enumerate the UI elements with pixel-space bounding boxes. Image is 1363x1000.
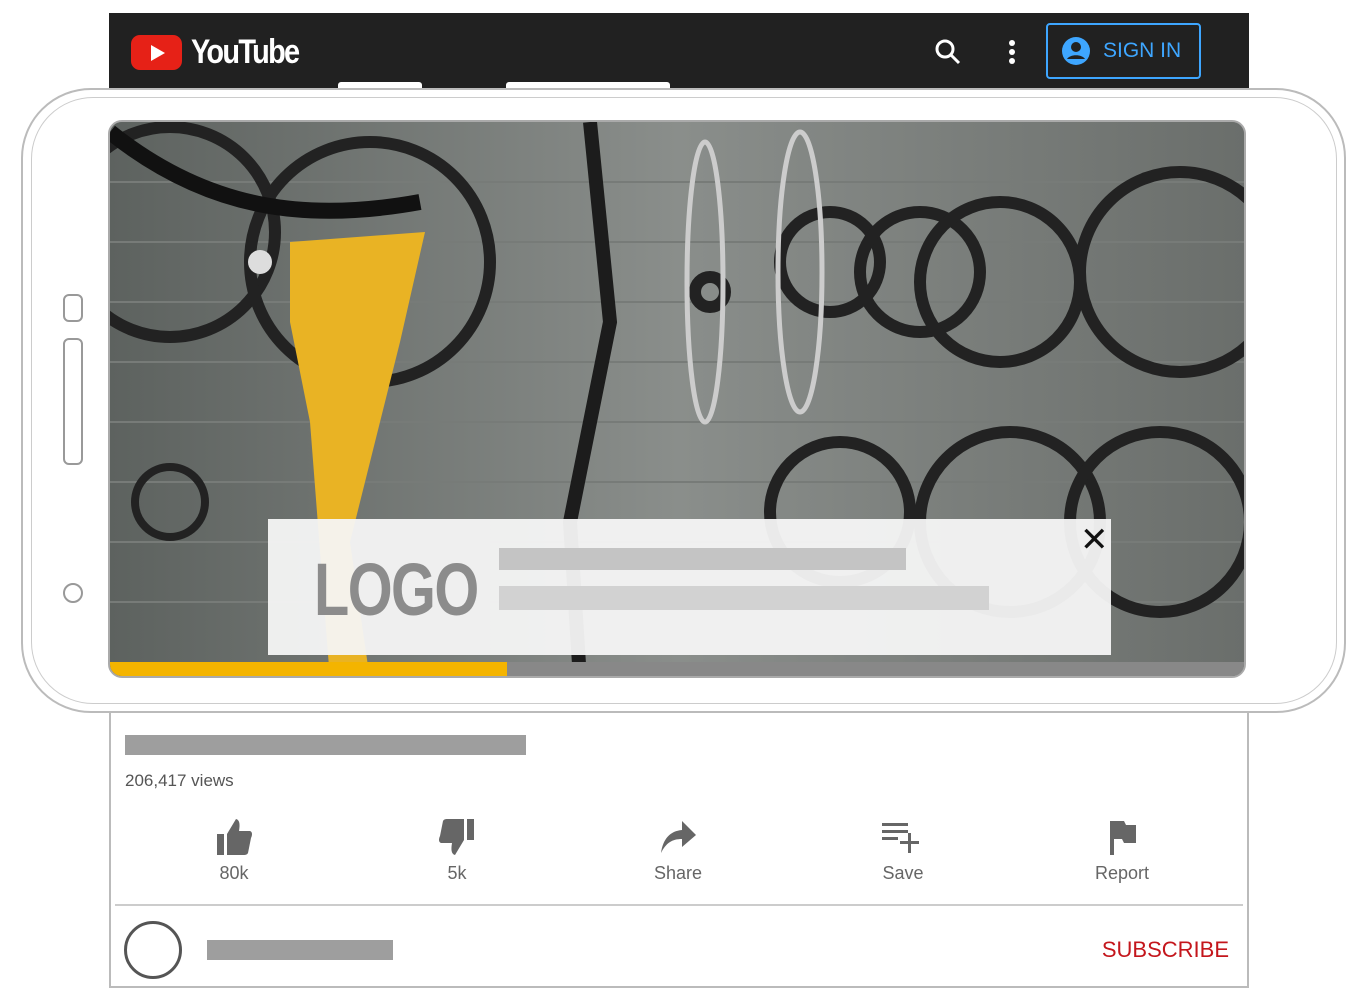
- save-label: Save: [882, 863, 924, 883]
- thumbs-up-icon: [217, 819, 252, 855]
- progress-fill: [110, 662, 507, 676]
- brand-name: YouTube: [191, 33, 300, 71]
- thumbs-down-icon: [439, 819, 474, 855]
- divider: [115, 904, 1243, 906]
- view-count: 206,417 views: [125, 771, 234, 790]
- report-label: Report: [1094, 863, 1150, 883]
- share-label: Share: [653, 863, 703, 883]
- close-icon[interactable]: ✕: [1080, 523, 1109, 557]
- phone-home-button: [63, 583, 83, 603]
- phone-volume: [63, 338, 83, 465]
- save-button[interactable]: Save: [843, 817, 963, 884]
- play-logo-icon: [131, 35, 182, 70]
- ad-description-placeholder: [499, 586, 989, 610]
- video-player[interactable]: LOGO ✕: [108, 120, 1246, 678]
- share-button[interactable]: Share: [618, 817, 738, 884]
- account-icon: [1062, 37, 1090, 65]
- like-button[interactable]: 80k: [174, 817, 294, 884]
- youtube-logo[interactable]: YouTube: [131, 33, 317, 72]
- dislike-count: 5k: [447, 863, 467, 883]
- progress-bar[interactable]: [110, 662, 1244, 676]
- phone-speaker: [63, 294, 83, 322]
- overlay-ad[interactable]: LOGO ✕: [268, 519, 1111, 655]
- share-icon: [661, 821, 696, 853]
- search-icon[interactable]: [935, 39, 961, 70]
- flag-icon: [1110, 821, 1136, 855]
- video-info: 206,417 views 80k 5k Share Save Report S…: [109, 713, 1249, 988]
- sign-in-label: SIGN IN: [1103, 39, 1182, 62]
- ad-logo: LOGO: [314, 548, 479, 631]
- subscribe-button[interactable]: SUBSCRIBE: [1102, 937, 1229, 963]
- dislike-button[interactable]: 5k: [397, 817, 517, 884]
- playlist-add-icon: [882, 823, 919, 853]
- report-button[interactable]: Report: [1062, 817, 1182, 884]
- ad-headline-placeholder: [499, 548, 906, 570]
- channel-name-placeholder[interactable]: [207, 940, 393, 960]
- top-bar: YouTube SIGN IN: [109, 13, 1249, 88]
- like-count: 80k: [219, 863, 249, 883]
- channel-avatar[interactable]: [124, 921, 182, 979]
- more-options-icon[interactable]: [1007, 39, 1017, 70]
- sign-in-button[interactable]: SIGN IN: [1046, 23, 1201, 79]
- video-title-placeholder: [125, 735, 526, 755]
